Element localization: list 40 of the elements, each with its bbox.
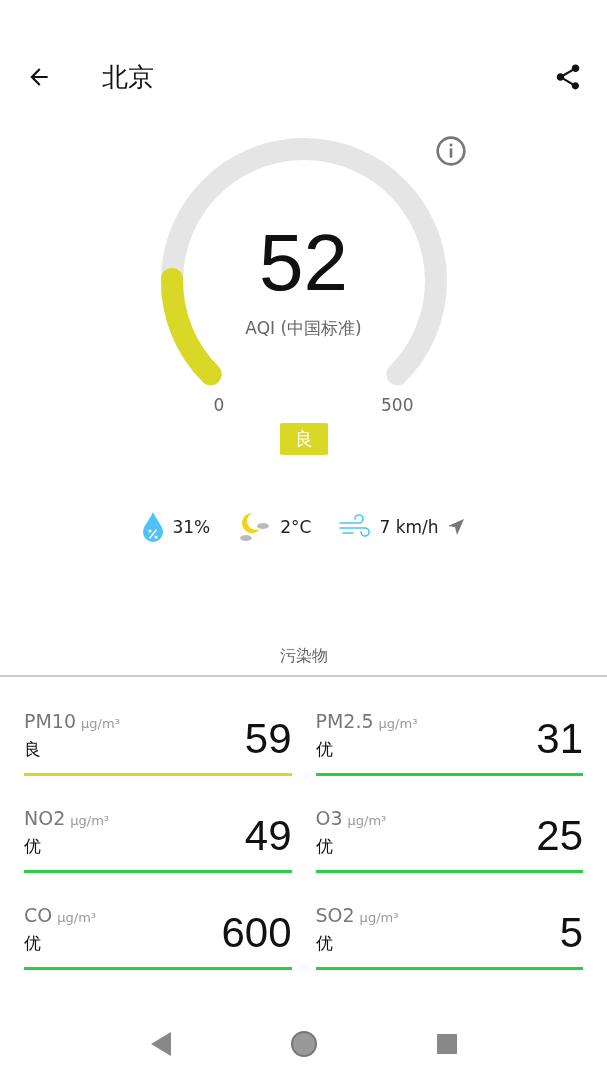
weather-reading: 2°C (280, 517, 312, 537)
recents-nav-icon[interactable] (436, 1033, 459, 1055)
info-icon[interactable] (434, 135, 467, 167)
pollutant-value: 600 (221, 909, 292, 958)
category-label: 优 (315, 738, 334, 761)
category-label: 优 (24, 835, 42, 858)
wind-icon (339, 514, 372, 540)
city-title: 北京 (102, 60, 155, 94)
pollutant-name: SO2 (315, 904, 355, 926)
gauge-max-label: 500 (381, 395, 414, 415)
unit-label: µg/m³ (81, 716, 120, 731)
pollutant-value: 49 (244, 812, 292, 861)
water-drop-icon (142, 511, 165, 543)
unit-label: µg/m³ (359, 910, 399, 925)
pollutant-value: 5 (559, 909, 583, 958)
pollutant-value: 25 (536, 812, 583, 861)
unit-label: µg/m³ (70, 813, 110, 828)
pollutant-value: 31 (536, 715, 583, 764)
category-label: 优 (24, 932, 42, 955)
direction-arrow-icon (446, 518, 465, 536)
aqi-label: AQI (中国标准) (245, 317, 362, 340)
unit-label: µg/m³ (57, 910, 96, 925)
pollutant-name: O3 (315, 807, 343, 829)
category-badge: 良 (279, 423, 328, 455)
pollutant-name: CO (24, 904, 53, 926)
unit-label: µg/m³ (347, 813, 387, 828)
aqi-value: 52 (259, 223, 348, 303)
gauge-min-label: 0 (213, 395, 225, 415)
pollutant-name: NO2 (24, 807, 66, 829)
weather-reading: 7 km/h (379, 517, 439, 537)
pollutant-value: 59 (244, 715, 292, 764)
home-nav-icon[interactable] (290, 1030, 319, 1058)
category-label: 良 (24, 738, 42, 761)
section-title: 污染物 (279, 646, 328, 667)
pollutant-name: PM2.5 (315, 710, 374, 732)
category-label: 优 (315, 835, 334, 858)
unit-label: µg/m³ (378, 716, 418, 731)
weather-reading: 31% (172, 517, 211, 537)
pollutant-name: PM10 (24, 710, 77, 732)
category-label: 优 (315, 932, 334, 955)
